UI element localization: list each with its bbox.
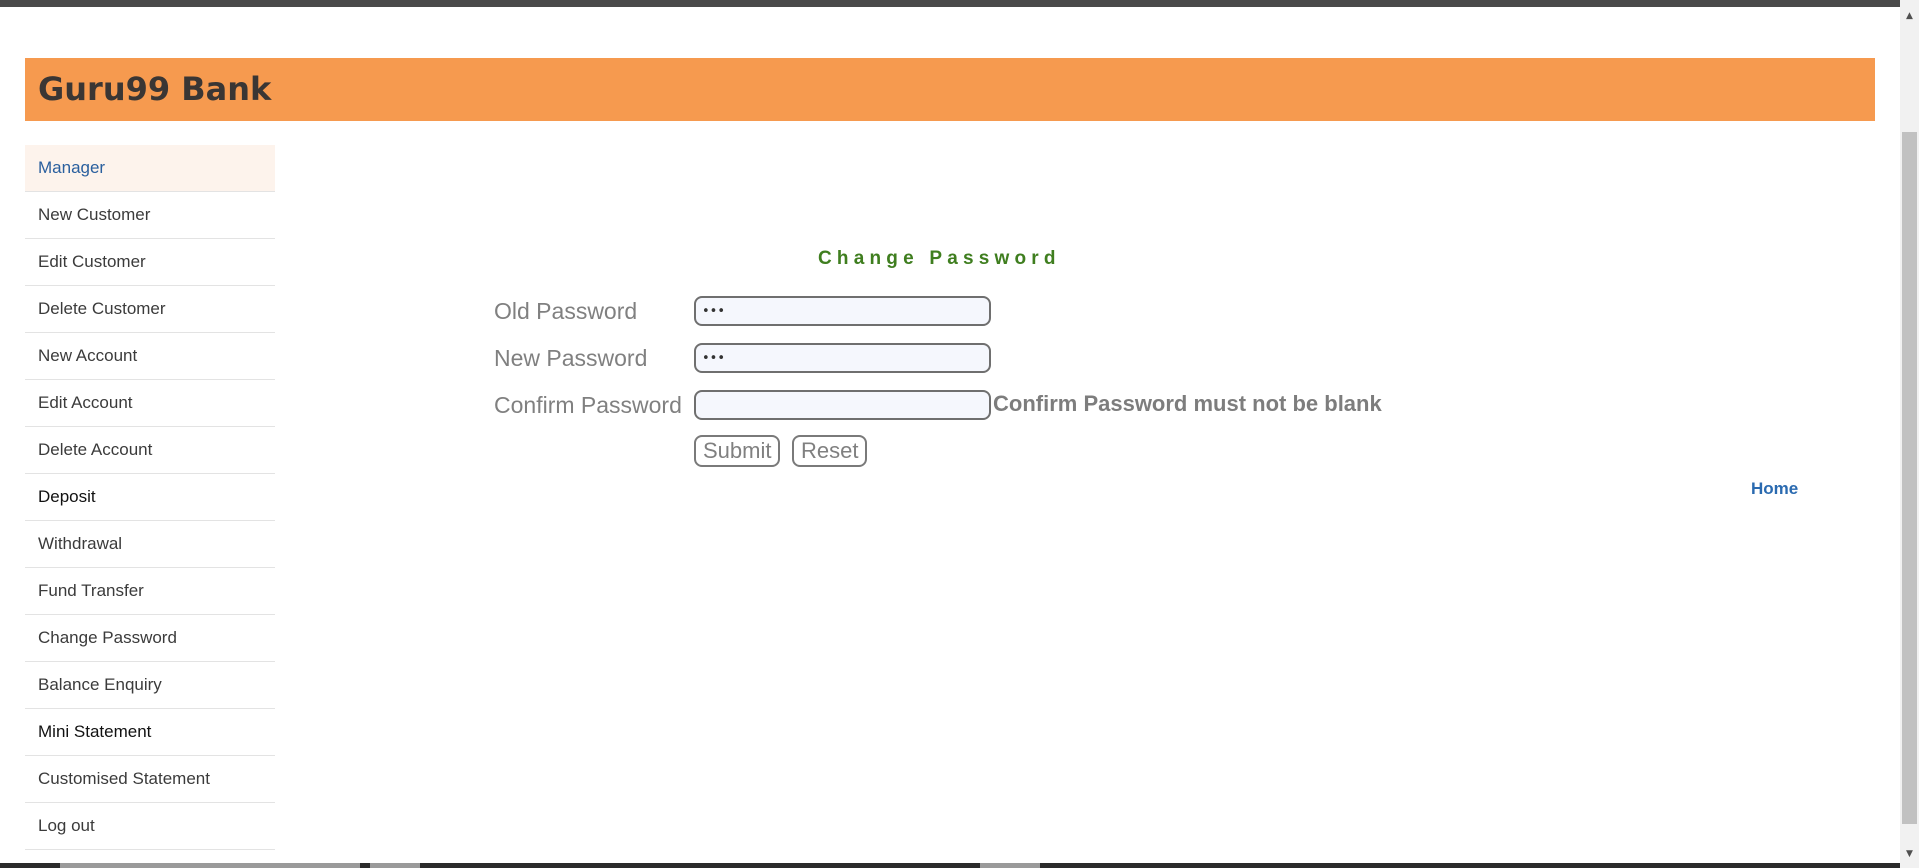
old-password-label: Old Password	[494, 298, 638, 324]
confirm-password-field[interactable]	[694, 390, 991, 420]
chevron-up-icon[interactable]: ▲	[1900, 8, 1919, 25]
home-link[interactable]: Home	[1751, 479, 1798, 499]
sidebar-item-new-customer[interactable]: New Customer	[25, 192, 275, 239]
confirm-password-label: Confirm Password	[494, 392, 682, 418]
sidebar-item-edit-account[interactable]: Edit Account	[25, 380, 275, 427]
sidebar-item-balance-enquiry[interactable]: Balance Enquiry	[25, 662, 275, 709]
sidebar-item-delete-account[interactable]: Delete Account	[25, 427, 275, 474]
confirm-password-error: Confirm Password must not be blank	[993, 391, 1382, 416]
sidebar-item-deposit[interactable]: Deposit	[25, 474, 275, 521]
sidebar-item-log-out[interactable]: Log out	[25, 803, 275, 850]
site-header: Guru99 Bank	[25, 58, 1875, 121]
sidebar-item-fund-transfer[interactable]: Fund Transfer	[25, 568, 275, 615]
sidebar-item-change-password[interactable]: Change Password	[25, 615, 275, 662]
form-title: Change Password	[818, 248, 1061, 269]
sidebar-item-withdrawal[interactable]: Withdrawal	[25, 521, 275, 568]
bank-title: Guru99 Bank	[38, 70, 272, 108]
chevron-down-icon[interactable]: ▼	[1900, 846, 1919, 863]
browser-top-strip	[0, 0, 1900, 7]
vertical-scrollbar[interactable]: ▲ ▼	[1900, 0, 1919, 868]
new-password-field[interactable]	[694, 343, 991, 373]
browser-bottom-strip	[0, 863, 1900, 868]
scrollbar-thumb[interactable]	[1902, 132, 1917, 824]
new-password-label: New Password	[494, 345, 648, 371]
sidebar-menu: Manager New Customer Edit Customer Delet…	[25, 145, 275, 850]
sidebar-item-manager[interactable]: Manager	[25, 145, 275, 192]
sidebar-item-delete-customer[interactable]: Delete Customer	[25, 286, 275, 333]
sidebar-item-mini-statement[interactable]: Mini Statement	[25, 709, 275, 756]
reset-button[interactable]: Reset	[792, 435, 868, 467]
sidebar-item-customised-statement[interactable]: Customised Statement	[25, 756, 275, 803]
submit-button[interactable]: Submit	[694, 435, 781, 467]
sidebar-item-new-account[interactable]: New Account	[25, 333, 275, 380]
sidebar-item-edit-customer[interactable]: Edit Customer	[25, 239, 275, 286]
old-password-field[interactable]	[694, 296, 991, 326]
